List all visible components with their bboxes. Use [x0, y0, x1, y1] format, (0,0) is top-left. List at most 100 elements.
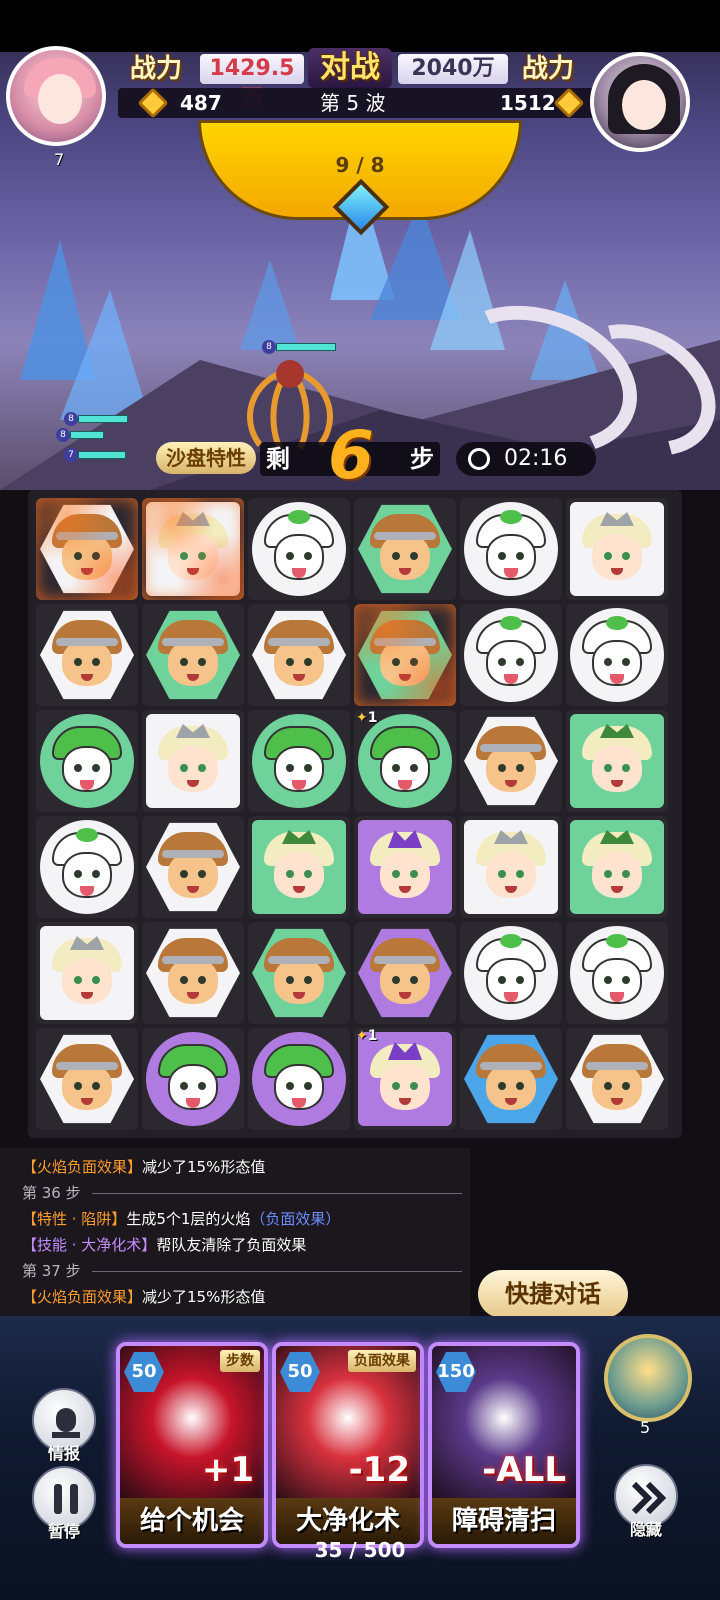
dog-hero-icon — [476, 934, 546, 1008]
skill-effect-value: -12 — [348, 1450, 410, 1490]
opponent-avatar[interactable] — [590, 52, 690, 152]
dog-hero-icon — [370, 726, 440, 796]
board-tile[interactable] — [566, 816, 668, 918]
energy-counter: 35 / 500 — [314, 1538, 406, 1562]
board-tile[interactable] — [248, 710, 350, 812]
elf-hero-icon — [370, 1042, 440, 1114]
left-power-label: 战力 — [130, 54, 183, 84]
board-tile[interactable] — [460, 816, 562, 918]
board-tile[interactable] — [354, 922, 456, 1024]
left-coins: 487 — [180, 91, 222, 115]
monkey-hero-icon — [582, 1044, 652, 1114]
skill-effect-value: +1 — [201, 1450, 254, 1490]
elf-hero-icon — [582, 724, 652, 796]
board-tile[interactable] — [36, 1028, 138, 1130]
turn-timer: 02:16 — [456, 442, 596, 476]
log-step-divider: 第 36 步 — [22, 1180, 470, 1206]
board-tile[interactable] — [248, 498, 350, 600]
elf-hero-icon — [52, 936, 122, 1008]
board-tile[interactable] — [36, 498, 138, 600]
log-line: 【火焰负面效果】减少了15%形态值 — [22, 1288, 266, 1306]
skill-card[interactable]: 50 负面效果 -12 大净化术 — [272, 1342, 424, 1548]
elf-hero-icon — [158, 512, 228, 584]
elf-hero-icon — [582, 830, 652, 902]
board-tile[interactable] — [142, 604, 244, 706]
board-tile[interactable] — [566, 710, 668, 812]
skill-card[interactable]: 150 -ALL 障碍清扫 — [428, 1342, 580, 1548]
ally-hp-bar: 8 — [64, 412, 130, 426]
skill-tag: 负面效果 — [348, 1350, 416, 1372]
match-board: ✦1 ✦1 — [28, 490, 682, 1138]
board-tile[interactable] — [460, 922, 562, 1024]
board-tile[interactable] — [354, 816, 456, 918]
log-line: 【特性 · 陷阱】生成5个1层的火焰（负面效果） — [22, 1210, 341, 1228]
right-coins: 1512 — [500, 91, 556, 115]
hide-label: 隐藏 — [629, 1520, 662, 1539]
sandbox-trait-button[interactable]: 沙盘特性 — [156, 442, 256, 474]
left-power-value: 1429.5万 — [200, 54, 304, 111]
log-step-divider: 第 37 步 — [22, 1258, 470, 1284]
board-tile[interactable] — [248, 922, 350, 1024]
monkey-hero-icon — [370, 514, 440, 584]
dog-hero-icon — [158, 1044, 228, 1114]
board-tile[interactable] — [36, 604, 138, 706]
ally-hp-bar: 7 — [64, 448, 130, 462]
board-tile[interactable] — [566, 1028, 668, 1130]
board-tile[interactable] — [142, 922, 244, 1024]
monkey-hero-icon — [158, 620, 228, 690]
timer-value: 02:16 — [504, 446, 568, 471]
board-tile[interactable] — [142, 816, 244, 918]
partner-count: 5 — [640, 1418, 651, 1437]
steps-prefix: 剩 — [266, 445, 290, 473]
battle-scene: 8 8 8 7 战力 1429.5万 对战 2040万 战力 487 第 5 波… — [0, 0, 720, 490]
wave-info-row: 487 第 5 波 1512 — [118, 87, 602, 119]
elf-hero-icon — [264, 830, 334, 902]
board-tile[interactable] — [566, 604, 668, 706]
board-tile[interactable] — [248, 816, 350, 918]
board-tile[interactable] — [36, 710, 138, 812]
dog-hero-icon — [264, 510, 334, 584]
board-tile[interactable] — [460, 1028, 562, 1130]
wave-crest: 9 / 8 — [198, 120, 522, 236]
right-power-value: 2040万 — [398, 54, 508, 84]
board-tile[interactable] — [142, 1028, 244, 1130]
coin-icon — [137, 87, 169, 119]
monkey-hero-icon — [52, 514, 122, 584]
board-tile[interactable] — [142, 710, 244, 812]
elf-hero-icon — [582, 512, 652, 584]
dog-hero-icon — [476, 510, 546, 584]
board-tile[interactable] — [354, 498, 456, 600]
star-badge: ✦1 — [356, 1028, 378, 1044]
board-tile[interactable] — [248, 1028, 350, 1130]
player-avatar[interactable] — [6, 46, 106, 146]
board-tile[interactable]: ✦1 — [354, 1028, 456, 1130]
alarm-clock-icon — [468, 448, 490, 470]
board-tile[interactable] — [460, 710, 562, 812]
board-tile[interactable] — [566, 922, 668, 1024]
board-tile[interactable] — [460, 498, 562, 600]
board-tile[interactable] — [354, 604, 456, 706]
monkey-hero-icon — [264, 620, 334, 690]
wave-label: 第 5 波 — [320, 91, 386, 115]
board-tile[interactable] — [248, 604, 350, 706]
board-tile[interactable] — [36, 816, 138, 918]
board-tile[interactable] — [142, 498, 244, 600]
battle-log: 【火焰负面效果】减少了15%形态值 第 36 步 【特性 · 陷阱】生成5个1层… — [0, 1148, 470, 1316]
skill-effect-value: -ALL — [482, 1450, 566, 1490]
steps-remaining: 剩 6 步 — [260, 417, 440, 490]
skill-card[interactable]: 50 步数 +1 给个机会 — [116, 1342, 268, 1548]
dog-hero-icon — [264, 1044, 334, 1114]
board-tile[interactable]: ✦1 — [354, 710, 456, 812]
monkey-hero-icon — [158, 832, 228, 902]
partner-avatar[interactable] — [604, 1334, 692, 1422]
board-tile[interactable] — [566, 498, 668, 600]
player-level: 7 — [54, 150, 65, 169]
elf-hero-icon — [370, 830, 440, 902]
quick-chat-button[interactable]: 快捷对话 — [478, 1270, 628, 1318]
negative-effect-link[interactable]: （负面效果） — [250, 1210, 340, 1228]
dog-hero-icon — [52, 828, 122, 902]
board-tile[interactable] — [36, 922, 138, 1024]
board-tile[interactable] — [460, 604, 562, 706]
enemy-hp-bar: 8 — [262, 340, 338, 354]
right-power-label: 战力 — [522, 54, 575, 84]
